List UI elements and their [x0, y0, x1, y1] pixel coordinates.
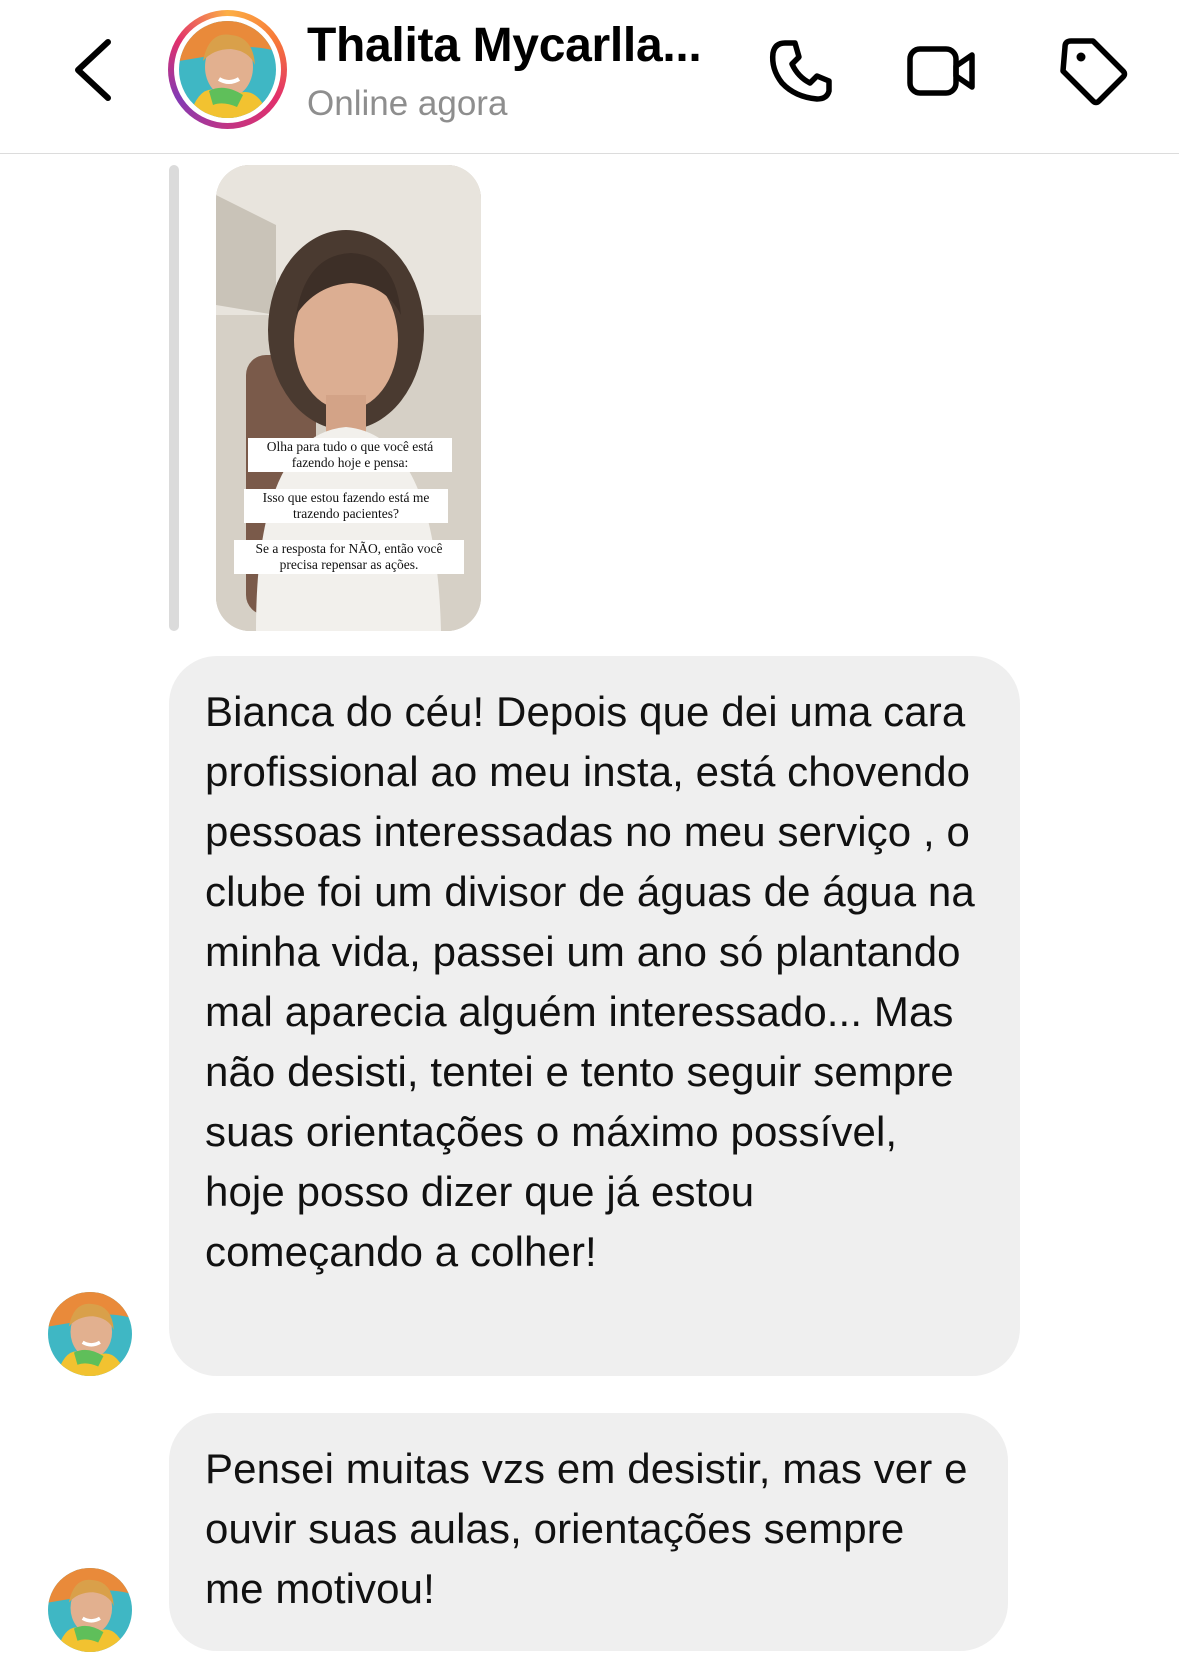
- message-bubble[interactable]: Bianca do céu! Depois que dei uma cara p…: [169, 656, 1020, 1376]
- story-reply-thumbnail[interactable]: Olha para tudo o que você está fazendo h…: [216, 165, 481, 631]
- back-chevron-icon[interactable]: [70, 38, 120, 102]
- avatar-photo: [179, 21, 276, 118]
- reply-indicator-bar: [169, 165, 179, 631]
- story-caption-1: Olha para tudo o que você está fazendo h…: [248, 438, 452, 472]
- message-bubble[interactable]: Pensei muitas vzs em desistir, mas ver e…: [169, 1413, 1008, 1651]
- sender-avatar[interactable]: [48, 1568, 132, 1652]
- phone-icon[interactable]: [765, 35, 837, 107]
- message-text: Pensei muitas vzs em desistir, mas ver e…: [205, 1445, 968, 1612]
- tag-icon[interactable]: [1057, 35, 1129, 107]
- chat-header: Thalita Mycarlla... Online agora: [0, 0, 1179, 154]
- story-caption-3: Se a resposta for NÃO, então você precis…: [234, 540, 464, 574]
- video-camera-icon[interactable]: [905, 35, 977, 107]
- message-text: Bianca do céu! Depois que dei uma cara p…: [205, 688, 975, 1275]
- online-status: Online agora: [307, 84, 508, 123]
- sender-avatar[interactable]: [48, 1292, 132, 1376]
- story-caption-2: Isso que estou fazendo está me trazendo …: [244, 489, 448, 523]
- contact-name[interactable]: Thalita Mycarlla...: [307, 18, 702, 73]
- contact-avatar[interactable]: [168, 10, 287, 129]
- avatar-ring-gap: [174, 16, 281, 123]
